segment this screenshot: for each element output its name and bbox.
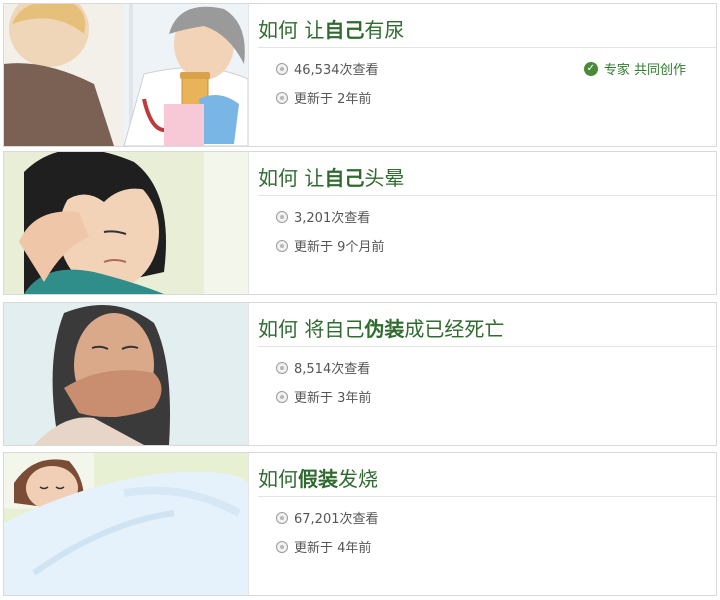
updated-time: 更新于 9个月前 xyxy=(276,236,384,255)
refresh-icon xyxy=(276,239,288,252)
refresh-icon xyxy=(276,91,288,104)
divider xyxy=(258,496,716,497)
doctor-with-urine-cup-illustration xyxy=(4,4,248,146)
article-card[interactable]: 如何 让自己头晕 3,201次查看 更新于 9个月前 xyxy=(3,151,717,295)
divider xyxy=(258,47,716,48)
divider xyxy=(258,346,716,347)
eye-icon xyxy=(276,210,288,223)
dizzy-woman-illustration xyxy=(4,152,248,294)
article-list: 如何 让自己有尿 46,534次查看 更新于 2年前 ✓ 专家 共同创作 如何 … xyxy=(0,0,720,600)
article-thumbnail[interactable] xyxy=(4,453,249,595)
view-count: 67,201次查看 xyxy=(276,508,379,527)
updated-time: 更新于 3年前 xyxy=(276,387,371,406)
view-count: 46,534次查看 xyxy=(276,59,379,78)
refresh-icon xyxy=(276,390,288,403)
article-title[interactable]: 如何 将自己伪装成已经死亡 xyxy=(258,313,504,342)
expert-coauthored-badge[interactable]: ✓ 专家 共同创作 xyxy=(583,59,686,78)
view-count: 3,201次查看 xyxy=(276,207,370,226)
divider xyxy=(258,195,716,196)
sick-girl-in-bed-illustration xyxy=(4,453,248,595)
article-thumbnail[interactable] xyxy=(4,152,249,294)
eye-icon xyxy=(276,361,288,374)
eye-icon xyxy=(276,62,288,75)
article-card[interactable]: 如何 将自己伪装成已经死亡 8,514次查看 更新于 3年前 xyxy=(3,302,717,446)
checkmark-icon: ✓ xyxy=(583,61,598,76)
updated-time: 更新于 2年前 xyxy=(276,88,371,107)
view-count: 8,514次查看 xyxy=(276,358,370,377)
article-thumbnail[interactable] xyxy=(4,303,249,445)
updated-time: 更新于 4年前 xyxy=(276,537,371,556)
eye-icon xyxy=(276,511,288,524)
article-title[interactable]: 如何 让自己头晕 xyxy=(258,162,404,191)
article-card[interactable]: 如何假装发烧 67,201次查看 更新于 4年前 xyxy=(3,452,717,596)
article-card[interactable]: 如何 让自己有尿 46,534次查看 更新于 2年前 ✓ 专家 共同创作 xyxy=(3,3,717,147)
article-title[interactable]: 如何假装发烧 xyxy=(258,463,378,492)
article-thumbnail[interactable] xyxy=(4,4,249,146)
woman-covering-mouth-illustration xyxy=(4,303,248,445)
article-title[interactable]: 如何 让自己有尿 xyxy=(258,14,404,43)
refresh-icon xyxy=(276,540,288,553)
